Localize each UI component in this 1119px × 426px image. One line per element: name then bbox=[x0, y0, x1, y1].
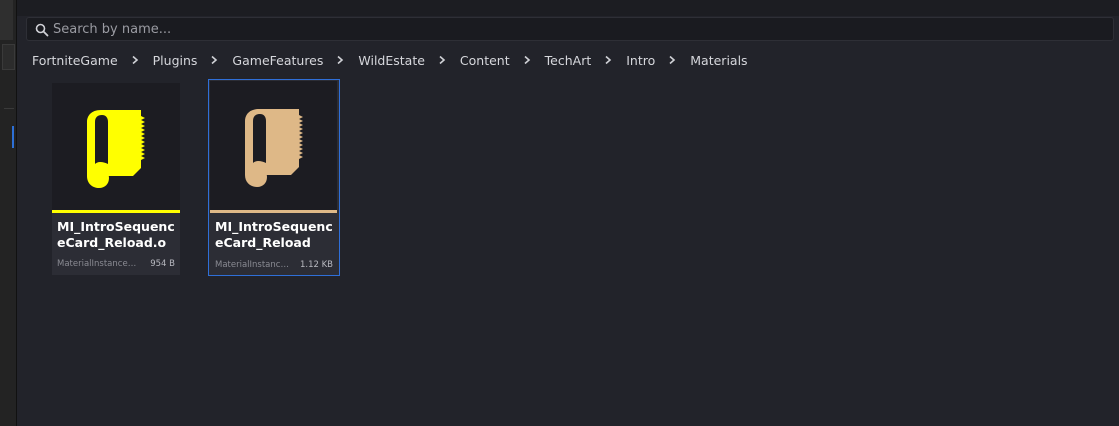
content-area: FortniteGame Plugins GameFeatures WildEs… bbox=[17, 0, 1119, 426]
breadcrumb-item-content[interactable]: Content bbox=[460, 53, 510, 68]
chevron-right-icon[interactable] bbox=[335, 55, 345, 65]
breadcrumb-item-intro[interactable]: Intro bbox=[626, 53, 655, 68]
left-panel-tab[interactable] bbox=[0, 0, 13, 40]
asset-tile[interactable]: MI_IntroSequenceCard_Reload.o MaterialIn… bbox=[52, 83, 180, 275]
search-icon bbox=[35, 23, 49, 37]
breadcrumb-item-wildestate[interactable]: WildEstate bbox=[358, 53, 425, 68]
chevron-right-icon[interactable] bbox=[522, 55, 532, 65]
asset-tile-selected[interactable]: MI_IntroSequenceCard_Reload MaterialInst… bbox=[208, 79, 340, 276]
breadcrumb-item-gamefeatures[interactable]: GameFeatures bbox=[232, 53, 323, 68]
chevron-right-icon[interactable] bbox=[437, 55, 447, 65]
toolbar-strip bbox=[17, 0, 1119, 16]
divider bbox=[4, 108, 14, 109]
breadcrumb-item-fortnitegame[interactable]: FortniteGame bbox=[32, 53, 118, 68]
chevron-right-icon[interactable] bbox=[209, 55, 219, 65]
content-browser-window: FortniteGame Plugins GameFeatures WildEs… bbox=[0, 0, 1119, 426]
search-box[interactable] bbox=[26, 17, 1114, 41]
asset-thumbnail bbox=[210, 81, 337, 210]
asset-name: MI_IntroSequenceCard_Reload bbox=[215, 219, 333, 250]
asset-size: 954 B bbox=[150, 259, 175, 269]
material-scroll-icon bbox=[87, 109, 145, 188]
breadcrumb-item-techart[interactable]: TechArt bbox=[545, 53, 592, 68]
breadcrumb-item-materials[interactable]: Materials bbox=[690, 53, 747, 68]
asset-type: MaterialInstanceEdit... bbox=[57, 259, 141, 269]
left-panel-active-indicator bbox=[12, 126, 14, 148]
asset-size: 1.12 KB bbox=[299, 260, 333, 270]
chevron-right-icon[interactable] bbox=[667, 55, 677, 65]
material-scroll-icon bbox=[244, 108, 303, 187]
chevron-right-icon[interactable] bbox=[130, 55, 140, 65]
asset-name: MI_IntroSequenceCard_Reload.o bbox=[57, 219, 175, 250]
left-panel-strip bbox=[0, 0, 17, 426]
asset-type-color-bar bbox=[52, 210, 180, 213]
search-input[interactable] bbox=[53, 18, 1093, 40]
chevron-right-icon[interactable] bbox=[603, 55, 613, 65]
asset-type-color-bar bbox=[210, 210, 337, 213]
breadcrumb: FortniteGame Plugins GameFeatures WildEs… bbox=[32, 51, 748, 69]
left-panel-toggle[interactable] bbox=[2, 44, 15, 70]
breadcrumb-item-plugins[interactable]: Plugins bbox=[153, 53, 198, 68]
asset-thumbnail bbox=[52, 83, 180, 210]
asset-type: MaterialInstanceCo... bbox=[215, 260, 291, 270]
